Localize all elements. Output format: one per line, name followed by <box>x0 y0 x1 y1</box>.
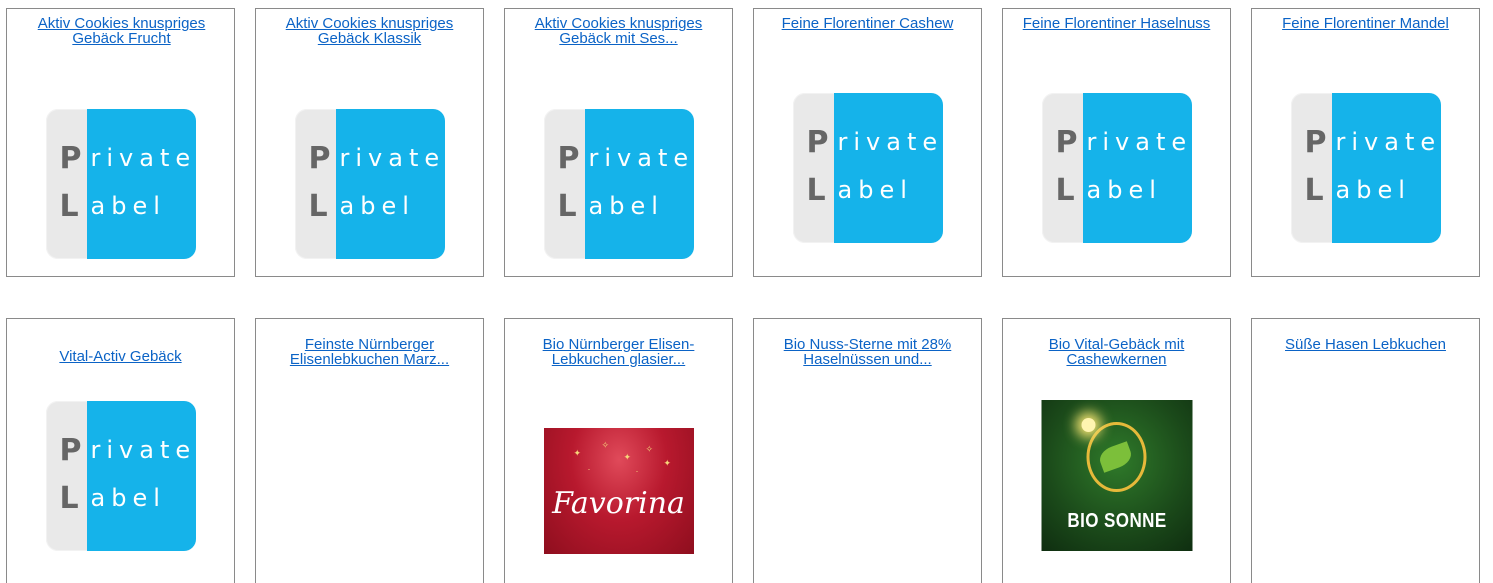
product-card: Aktiv Cookies knuspriges Gebäck Klassik … <box>255 8 484 277</box>
product-card: Süße Hasen Lebkuchen <box>1251 318 1480 583</box>
private-label-logo[interactable]: P rivate L abel <box>543 109 694 259</box>
product-title-link[interactable]: Aktiv Cookies knuspriges Gebäck Frucht <box>7 16 236 46</box>
private-label-logo[interactable]: P rivate L abel <box>792 93 943 243</box>
product-card: Bio Nürnberger Elisen-Lebkuchen glasier.… <box>504 318 733 583</box>
product-card: Aktiv Cookies knuspriges Gebäck Frucht P… <box>6 8 235 277</box>
bio-sonne-logo[interactable]: BIO SONNE <box>1041 400 1192 551</box>
product-card: Feine Florentiner Haselnuss P rivate L a… <box>1002 8 1231 277</box>
product-title-link[interactable]: Bio Vital-Gebäck mit Cashewkernen <box>1003 337 1230 367</box>
product-card: Feinste Nürnberger Elisenlebkuchen Marz.… <box>255 318 484 583</box>
product-title-link[interactable]: Süße Hasen Lebkuchen <box>1252 337 1479 352</box>
product-title-link[interactable]: Aktiv Cookies knuspriges Gebäck mit Ses.… <box>505 16 732 46</box>
private-label-logo[interactable]: P rivate L abel <box>1041 93 1192 243</box>
private-label-logo[interactable]: P rivate L abel <box>1290 93 1441 243</box>
product-card: Vital-Activ Gebäck P rivate L abel <box>6 318 235 583</box>
product-card: Bio Vital-Gebäck mit Cashewkernen BIO SO… <box>1002 318 1231 583</box>
product-title-link[interactable]: Feine Florentiner Mandel <box>1252 16 1479 31</box>
product-title-link[interactable]: Aktiv Cookies knuspriges Gebäck Klassik <box>256 16 483 46</box>
product-card: Aktiv Cookies knuspriges Gebäck mit Ses.… <box>504 8 733 277</box>
product-title-link[interactable]: Feine Florentiner Haselnuss <box>1003 16 1230 31</box>
private-label-logo[interactable]: P rivate L abel <box>294 109 445 259</box>
private-label-logo[interactable]: P rivate L abel <box>45 401 196 551</box>
product-title-link[interactable]: Feinste Nürnberger Elisenlebkuchen Marz.… <box>256 337 483 367</box>
product-title-link[interactable]: Bio Nürnberger Elisen-Lebkuchen glasier.… <box>505 337 732 367</box>
product-title-link[interactable]: Bio Nuss-Sterne mit 28% Haselnüssen und.… <box>754 337 981 367</box>
private-label-logo[interactable]: P rivate L abel <box>45 109 196 259</box>
product-title-link[interactable]: Vital-Activ Gebäck <box>7 349 234 364</box>
product-card: Feine Florentiner Mandel P rivate L abel <box>1251 8 1480 277</box>
product-card: Bio Nuss-Sterne mit 28% Haselnüssen und.… <box>753 318 982 583</box>
product-card: Feine Florentiner Cashew P rivate L abel <box>753 8 982 277</box>
product-title-link[interactable]: Feine Florentiner Cashew <box>754 16 981 31</box>
favorina-logo[interactable]: ✦ ✧ ✦ ✧ ✦ · · Favorina <box>543 428 694 554</box>
